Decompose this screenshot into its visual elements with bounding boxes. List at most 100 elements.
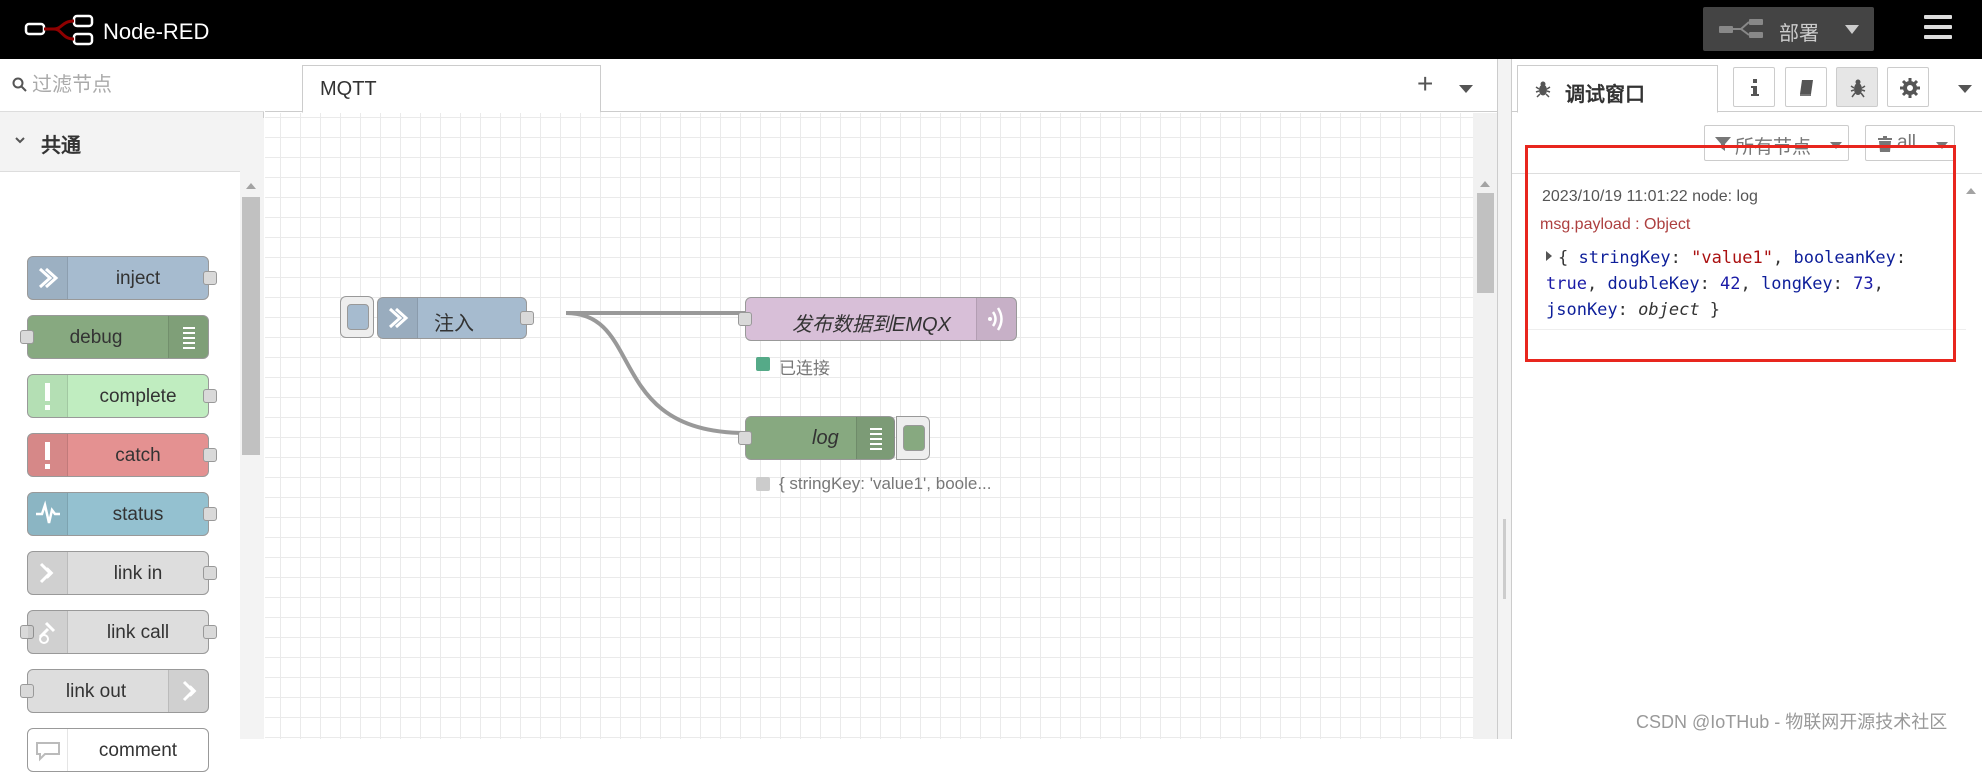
palette-node-status[interactable]: status — [27, 492, 217, 536]
debug-filter-label: 所有节点 — [1735, 137, 1812, 158]
input-port[interactable] — [20, 684, 34, 698]
palette-node-inject[interactable]: inject — [27, 256, 217, 300]
log-status-text: { stringKey: 'value1', boole... — [779, 474, 992, 493]
caret-down-icon — [1830, 142, 1842, 149]
workspace-tabs: MQTT + — [265, 59, 1497, 113]
filter-icon — [1715, 137, 1731, 151]
link-call-icon — [28, 611, 68, 653]
deploy-button[interactable]: 部署 — [1703, 7, 1874, 51]
caret-down-icon — [1936, 142, 1948, 149]
trash-icon — [1878, 136, 1892, 152]
flow-node-inject[interactable]: 注入 — [340, 296, 534, 339]
palette-search — [0, 59, 264, 112]
debug-clear-label: all — [1897, 132, 1917, 153]
tab-label: MQTT — [320, 78, 377, 100]
workspace: MQTT + 注入 发布数据到EMQX 已连接 log {stringKey:… — [265, 59, 1497, 739]
node-red-logo-icon — [24, 14, 94, 46]
bug-icon — [1850, 79, 1866, 98]
debug-tab-button[interactable] — [1836, 67, 1878, 107]
palette-node-link-in[interactable]: link in — [27, 551, 217, 595]
link-out-icon — [168, 670, 208, 712]
output-port[interactable] — [203, 448, 217, 462]
tab-mqtt[interactable]: MQTT — [302, 65, 601, 113]
list-icon — [856, 417, 895, 459]
info-tab-button[interactable] — [1733, 67, 1775, 107]
book-icon — [1800, 80, 1813, 96]
tab-debug[interactable]: 调试窗口 — [1517, 65, 1718, 113]
flow-node-label: 发布数据到EMQX — [792, 314, 951, 336]
output-port[interactable] — [203, 507, 217, 521]
output-port[interactable] — [520, 311, 534, 325]
palette-node-label: link out — [65, 681, 127, 702]
palette-search-input[interactable] — [32, 71, 252, 99]
palette-node-label: link call — [106, 622, 170, 643]
scroll-up-icon[interactable] — [246, 183, 256, 189]
exclamation-icon — [28, 434, 68, 476]
debug-message-meta: 2023/10/19 11:01:22 node: log — [1542, 188, 1758, 205]
pulse-icon — [28, 493, 68, 535]
watermark: CSDN @IoTHub - 物联网开源技术社区 — [1636, 712, 1948, 732]
output-port[interactable] — [203, 389, 217, 403]
flow-node-label: log — [812, 427, 839, 449]
flow-node-label: 注入 — [434, 313, 474, 335]
app-title: Node-RED — [103, 19, 210, 44]
input-port[interactable] — [738, 312, 752, 326]
inject-trigger-button[interactable] — [340, 296, 374, 338]
chevron-down-icon — [15, 137, 25, 144]
workspace-scrollbar[interactable] — [1473, 113, 1497, 739]
workspace-scroll-thumb[interactable] — [1477, 193, 1494, 293]
palette-node-debug[interactable]: debug — [20, 315, 209, 359]
main-menu-hamburger-icon[interactable] — [1924, 15, 1954, 43]
palette-category-label: 共通 — [41, 135, 81, 157]
debug-message: 2023/10/19 11:01:22 node: log msg.payloa… — [1526, 175, 1966, 330]
sidebar-more-caret-icon[interactable] — [1958, 85, 1972, 93]
mqtt-status-dot — [756, 357, 770, 371]
output-port[interactable] — [203, 271, 217, 285]
palette-node-label: complete — [99, 386, 177, 407]
flow-list-caret-icon[interactable] — [1459, 85, 1473, 93]
debug-filter-button[interactable]: 所有节点 — [1704, 125, 1849, 161]
config-tab-button[interactable] — [1887, 67, 1929, 107]
sidebar-resize-handle[interactable] — [1497, 59, 1512, 739]
output-port[interactable] — [203, 625, 217, 639]
sidebar: 调试窗口 所有节点 all 2023/10/19 11:01:22 node: … — [1512, 59, 1982, 739]
link-in-icon — [28, 552, 68, 594]
palette-category-common[interactable]: 共通 — [0, 112, 240, 172]
arrow-in-icon — [28, 257, 68, 299]
palette-node-link-call[interactable]: link call — [20, 610, 217, 654]
palette-node-label: status — [112, 504, 164, 525]
palette-scrollbar[interactable] — [240, 118, 264, 739]
debug-toggle-button[interactable] — [896, 416, 930, 460]
palette-node-catch[interactable]: catch — [27, 433, 217, 477]
add-flow-plus-icon[interactable]: + — [1417, 70, 1433, 98]
debug-message-path[interactable]: msg.payload : Object — [1540, 216, 1690, 234]
tab-debug-label: 调试窗口 — [1565, 84, 1645, 106]
debug-clear-button[interactable]: all — [1865, 125, 1955, 161]
search-icon — [12, 77, 27, 92]
scroll-up-icon[interactable] — [1966, 188, 1976, 194]
deploy-icon — [1719, 19, 1763, 38]
scroll-up-icon[interactable] — [1480, 181, 1490, 187]
arrow-in-icon — [378, 298, 418, 338]
expand-arrow-icon[interactable] — [1546, 251, 1552, 261]
mqtt-broadcast-icon — [976, 298, 1016, 340]
flow-node-log[interactable]: log — [738, 416, 930, 460]
palette-scroll-thumb[interactable] — [242, 197, 260, 455]
list-icon — [168, 316, 208, 358]
wire-inject-to-log — [565, 311, 746, 435]
palette-node-link-out[interactable]: link out — [20, 669, 209, 713]
sidebar-tabs: 调试窗口 — [1512, 59, 1982, 113]
input-port[interactable] — [20, 330, 34, 344]
input-port[interactable] — [738, 431, 752, 445]
help-tab-button[interactable] — [1785, 67, 1827, 107]
deploy-caret-icon[interactable] — [1845, 25, 1859, 34]
palette-node-label: comment — [98, 740, 178, 761]
output-port[interactable] — [203, 566, 217, 580]
header-bar: Node-RED 部署 — [0, 0, 1982, 59]
flow-node-mqtt-out[interactable]: 发布数据到EMQX — [738, 297, 1017, 341]
palette-node-comment[interactable]: comment — [27, 728, 209, 772]
mqtt-status-text: 已连接 — [779, 359, 830, 378]
flow-canvas[interactable]: 注入 发布数据到EMQX 已连接 log { stringKey: 'value… — [265, 113, 1473, 739]
palette-node-complete[interactable]: complete — [27, 374, 217, 418]
debug-message-payload[interactable]: { stringKey: "value1", booleanKey: true,… — [1546, 245, 1956, 323]
